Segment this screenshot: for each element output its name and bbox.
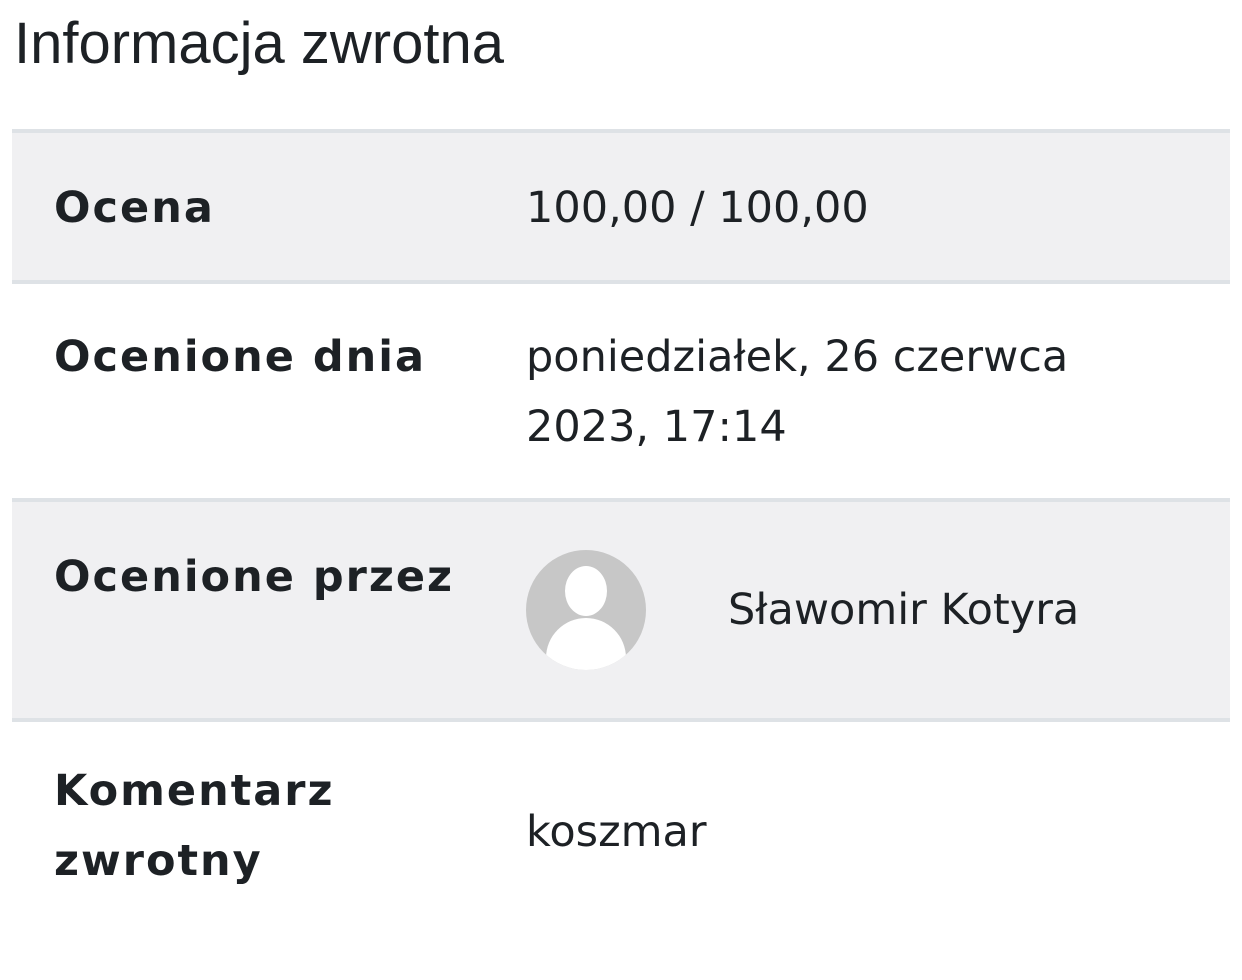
graded-by-label: Ocenione przez (54, 552, 455, 602)
graded-by-row: Ocenione przez Sławomir Kotyra (12, 502, 1230, 722)
avatar-body-shape (546, 618, 626, 670)
grade-value: 100,00 / 100,00 (526, 183, 869, 233)
graded-on-value: poniedziałek, 26 czerwca 2023, 17:14 (526, 332, 1069, 452)
feedback-table: Ocena 100,00 / 100,00 Ocenione dnia poni… (12, 129, 1230, 952)
graded-on-row: Ocenione dnia poniedziałek, 26 czerwca 2… (12, 284, 1230, 502)
comment-value: koszmar (526, 807, 707, 857)
grader-name-link[interactable]: Sławomir Kotyra (728, 575, 1079, 645)
grade-label: Ocena (54, 183, 215, 233)
default-user-avatar-icon[interactable] (526, 550, 646, 670)
grade-row: Ocena 100,00 / 100,00 (12, 133, 1230, 284)
feedback-page: Informacja zwrotna Ocena 100,00 / 100,00… (0, 0, 1242, 980)
graded-by-value: Sławomir Kotyra (486, 502, 1230, 718)
graded-on-label: Ocenione dnia (54, 332, 426, 382)
avatar-head-shape (565, 566, 607, 616)
comment-row: Komentarz zwrotny koszmar (12, 722, 1230, 952)
page-title: Informacja zwrotna (14, 11, 504, 76)
comment-label: Komentarz zwrotny (54, 766, 335, 886)
